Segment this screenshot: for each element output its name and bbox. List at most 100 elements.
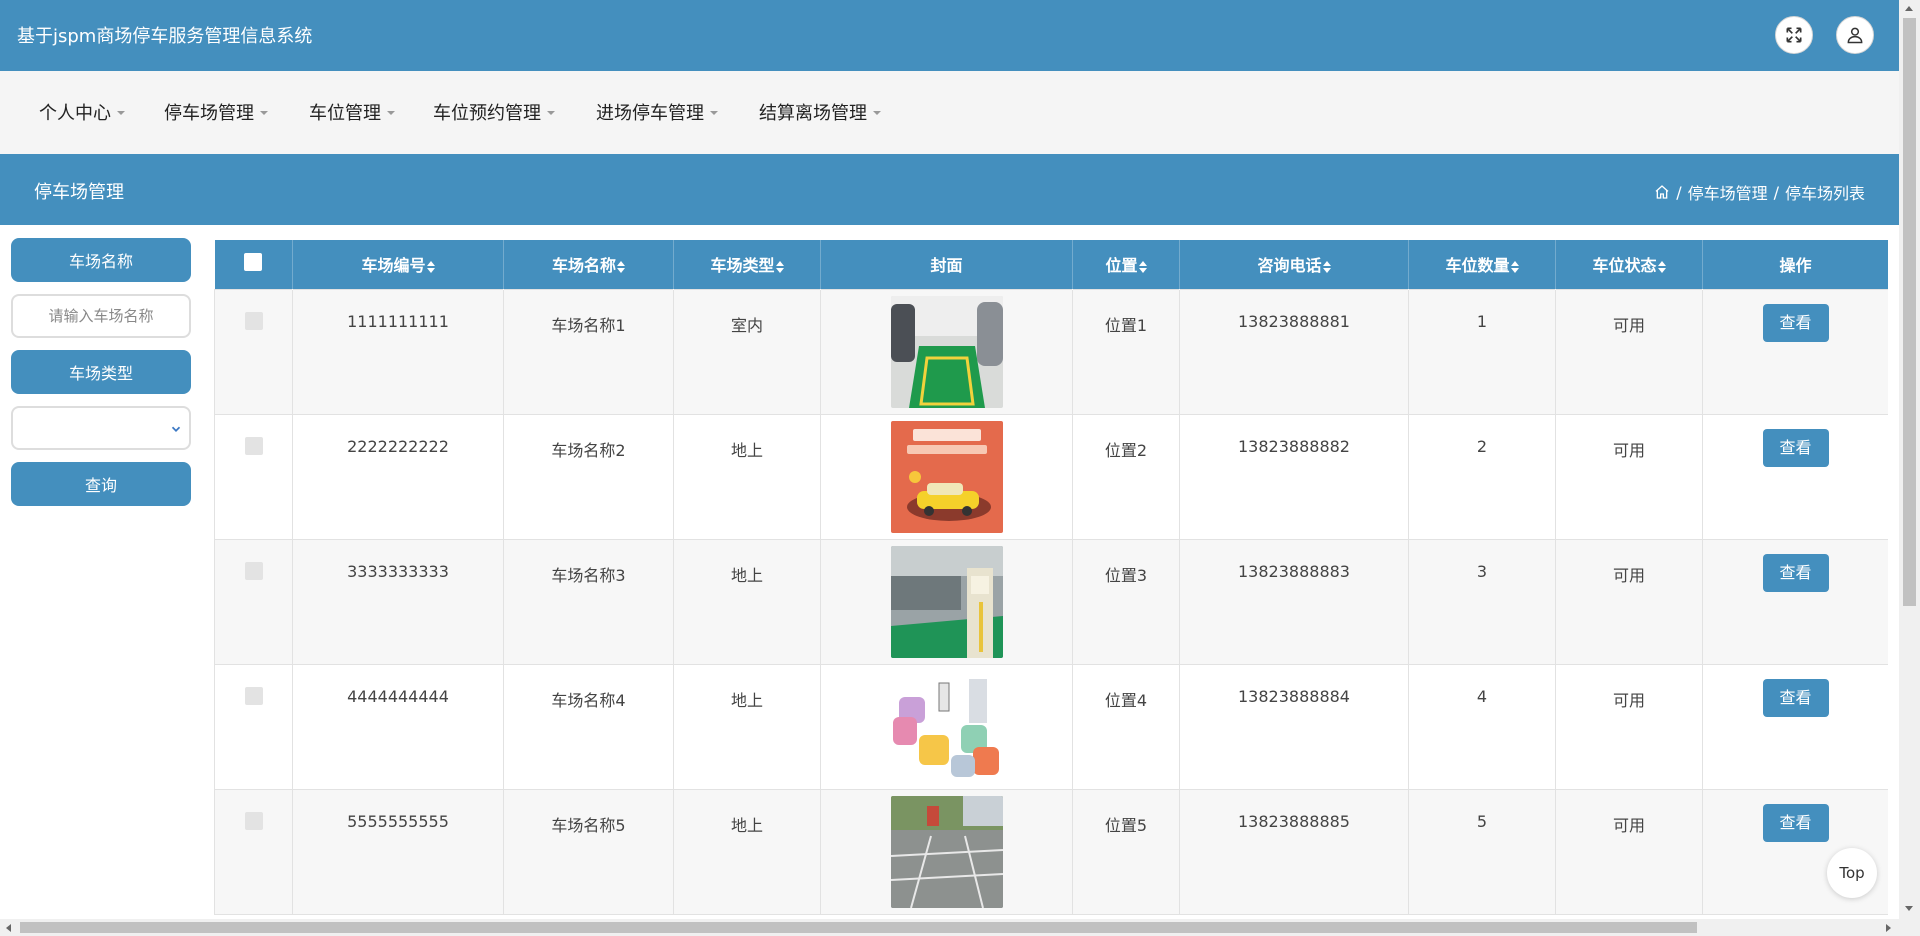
cover-image xyxy=(890,295,1003,408)
cell-count: 1 xyxy=(1408,288,1556,415)
home-icon[interactable] xyxy=(1654,184,1670,200)
breadcrumb-level2: 停车场列表 xyxy=(1784,184,1865,203)
horizontal-scrollbar[interactable] xyxy=(0,919,1899,936)
cell-location: 位置4 xyxy=(1072,663,1180,790)
cell-count: 2 xyxy=(1408,413,1556,540)
parking-lot-table-container: 车场编号 车场名称 车场类型 封面 位置 咨询电话 车位数量 车位状态 操作 1… xyxy=(214,240,1888,916)
cell-actions: 查看 xyxy=(1702,538,1888,665)
sort-icon xyxy=(775,260,784,273)
top-header: 基于jspm商场停车服务管理信息系统 xyxy=(0,0,1899,71)
vertical-scroll-thumb[interactable] xyxy=(1903,18,1916,606)
cell-count: 5 xyxy=(1408,788,1556,915)
caret-down-icon xyxy=(260,111,268,115)
parking-lot-table: 车场编号 车场名称 车场类型 封面 位置 咨询电话 车位数量 车位状态 操作 1… xyxy=(214,240,1888,915)
nav-label: 个人中心 xyxy=(39,103,111,124)
table-row: 1111111111 车场名称1 室内 位置1 13823888881 1 可用… xyxy=(214,288,1888,415)
column-header-type[interactable]: 车场类型 xyxy=(673,240,821,289)
cell-location: 位置3 xyxy=(1072,538,1180,665)
filter-panel: 车场名称 车场类型 查询 xyxy=(11,238,191,518)
cell-cover xyxy=(820,413,1073,540)
nav-item-personal-center[interactable]: 个人中心 xyxy=(39,99,125,125)
scroll-down-arrow-icon[interactable] xyxy=(1905,906,1913,911)
table-row: 4444444444 车场名称4 地上 位置4 13823888884 4 可用… xyxy=(214,663,1888,790)
fullscreen-button[interactable] xyxy=(1775,16,1813,54)
row-select-cell xyxy=(214,788,293,915)
nav-item-entry-management[interactable]: 进场停车管理 xyxy=(596,99,718,125)
nav-label: 车位预约管理 xyxy=(433,103,541,124)
cell-cover xyxy=(820,538,1073,665)
nav-item-space-management[interactable]: 车位管理 xyxy=(309,99,395,125)
column-header-name[interactable]: 车场名称 xyxy=(503,240,674,289)
caret-down-icon xyxy=(387,111,395,115)
cell-status: 可用 xyxy=(1555,663,1703,790)
cell-location: 位置1 xyxy=(1072,288,1180,415)
row-checkbox[interactable] xyxy=(244,561,263,580)
expand-arrows-icon xyxy=(1786,27,1802,43)
cell-phone: 13823888881 xyxy=(1179,288,1409,415)
horizontal-scroll-thumb[interactable] xyxy=(20,922,1697,933)
sort-icon xyxy=(1510,260,1519,273)
row-checkbox[interactable] xyxy=(244,311,263,330)
breadcrumb: / 停车场管理 / 停车场列表 xyxy=(1654,180,1865,204)
row-select-cell xyxy=(214,413,293,540)
caret-down-icon xyxy=(873,111,881,115)
breadcrumb-separator: / xyxy=(1676,182,1682,202)
cell-phone: 13823888882 xyxy=(1179,413,1409,540)
cell-name: 车场名称2 xyxy=(503,413,674,540)
user-button[interactable] xyxy=(1836,16,1874,54)
cell-id: 5555555555 xyxy=(292,788,504,915)
nav-item-checkout-management[interactable]: 结算离场管理 xyxy=(759,99,881,125)
column-header-status[interactable]: 车位状态 xyxy=(1555,240,1703,289)
column-header-id[interactable]: 车场编号 xyxy=(292,240,504,289)
caret-down-icon xyxy=(117,111,125,115)
breadcrumb-level1[interactable]: 停车场管理 xyxy=(1688,180,1768,204)
column-header-actions: 操作 xyxy=(1702,240,1888,289)
column-label: 咨询电话 xyxy=(1257,256,1322,276)
scroll-top-button[interactable]: Top xyxy=(1827,848,1877,898)
view-button[interactable]: 查看 xyxy=(1762,303,1829,342)
nav-label: 停车场管理 xyxy=(164,103,254,124)
name-search-input[interactable] xyxy=(11,294,191,338)
scroll-up-arrow-icon[interactable] xyxy=(1905,6,1913,11)
cell-phone: 13823888883 xyxy=(1179,538,1409,665)
cell-id: 4444444444 xyxy=(292,663,504,790)
view-button[interactable]: 查看 xyxy=(1762,803,1829,842)
cell-id: 1111111111 xyxy=(292,288,504,415)
vertical-scrollbar[interactable] xyxy=(1899,0,1920,936)
cell-status: 可用 xyxy=(1555,413,1703,540)
column-label: 封面 xyxy=(930,256,963,276)
cell-type: 地上 xyxy=(673,788,821,915)
row-checkbox[interactable] xyxy=(244,811,263,830)
cell-type: 地上 xyxy=(673,538,821,665)
cell-actions: 查看 xyxy=(1702,288,1888,415)
sort-icon xyxy=(1322,260,1331,273)
column-header-location[interactable]: 位置 xyxy=(1072,240,1180,289)
type-select[interactable] xyxy=(11,406,191,450)
row-checkbox[interactable] xyxy=(244,686,263,705)
scroll-right-arrow-icon[interactable] xyxy=(1886,924,1891,932)
column-label: 车场名称 xyxy=(551,256,616,276)
nav-label: 进场停车管理 xyxy=(596,103,704,124)
cell-cover xyxy=(820,288,1073,415)
column-header-cover: 封面 xyxy=(820,240,1073,289)
view-button[interactable]: 查看 xyxy=(1762,678,1829,717)
select-all-checkbox[interactable] xyxy=(244,253,263,272)
scroll-left-arrow-icon[interactable] xyxy=(6,924,11,932)
cell-type: 地上 xyxy=(673,663,821,790)
column-header-count[interactable]: 车位数量 xyxy=(1408,240,1556,289)
cell-cover xyxy=(820,788,1073,915)
cell-status: 可用 xyxy=(1555,788,1703,915)
caret-down-icon xyxy=(547,111,555,115)
column-header-phone[interactable]: 咨询电话 xyxy=(1179,240,1409,289)
search-button[interactable]: 查询 xyxy=(11,462,191,506)
nav-item-parking-lot-management[interactable]: 停车场管理 xyxy=(164,99,268,125)
view-button[interactable]: 查看 xyxy=(1762,553,1829,592)
cell-count: 3 xyxy=(1408,538,1556,665)
view-button[interactable]: 查看 xyxy=(1762,428,1829,467)
nav-item-reservation-management[interactable]: 车位预约管理 xyxy=(433,99,555,125)
column-label: 车场编号 xyxy=(361,256,426,276)
table-row: 2222222222 车场名称2 地上 位置2 13823888882 2 可用… xyxy=(214,413,1888,540)
row-checkbox[interactable] xyxy=(244,436,263,455)
row-select-cell xyxy=(214,288,293,415)
cover-image xyxy=(890,420,1003,533)
